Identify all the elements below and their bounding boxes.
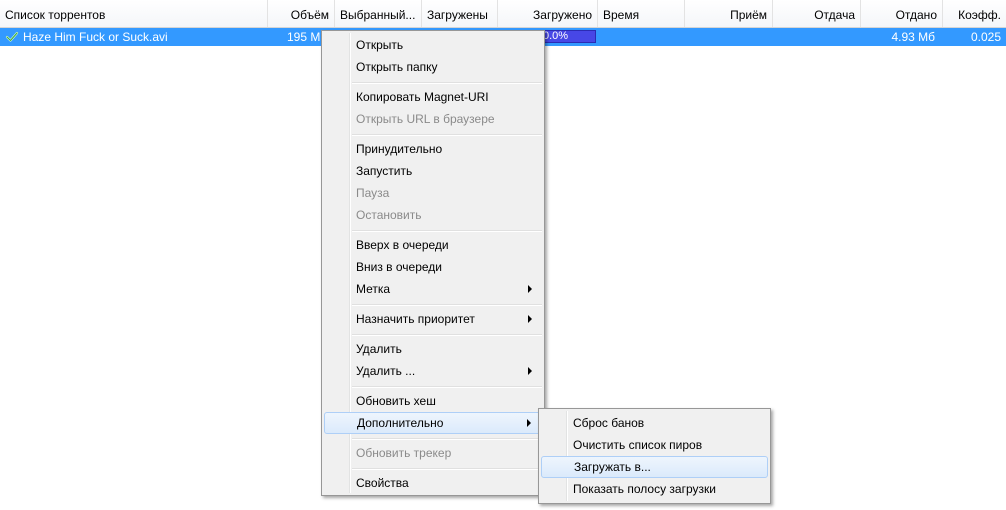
menu-item-queue-down[interactable]: Вниз в очереди: [324, 256, 542, 278]
column-size[interactable]: Объём: [268, 0, 335, 27]
menu-item-text: Метка: [356, 282, 391, 296]
column-uploaded[interactable]: Отдано: [861, 0, 943, 27]
column-label: Отдача: [814, 8, 855, 22]
menu-separator: [352, 82, 542, 84]
column-label: Отдано: [895, 8, 937, 22]
column-label: Список торрентов: [5, 8, 106, 22]
submenu-item-reset-bans[interactable]: Сброс банов: [541, 412, 768, 434]
column-label: Время: [603, 8, 640, 22]
menu-item-update-tracker[interactable]: Обновить трекер: [324, 442, 542, 464]
torrent-ratio: 0.025: [970, 30, 1001, 44]
submenu-arrow-icon: [528, 285, 532, 293]
column-selected[interactable]: Выбранный...: [335, 0, 422, 27]
menu-item-text: Удалить ...: [356, 364, 416, 378]
column-ratio[interactable]: Коэфф.: [943, 0, 1006, 27]
submenu-item-show-pieces-bar[interactable]: Показать полосу загрузки: [541, 478, 768, 500]
menu-item-recheck[interactable]: Обновить хеш: [324, 390, 542, 412]
column-label: Выбранный...: [340, 8, 416, 22]
menu-separator: [352, 334, 542, 336]
submenu-arrow-icon: [527, 419, 531, 427]
submenu-item-download-to[interactable]: Загружать в...: [541, 456, 768, 478]
menu-item-label[interactable]: Метка: [324, 278, 542, 300]
menu-separator: [352, 438, 542, 440]
menu-item-open-folder[interactable]: Открыть папку: [324, 56, 542, 78]
menu-separator: [352, 386, 542, 388]
menu-item-stop[interactable]: Остановить: [324, 204, 542, 226]
menu-item-remove[interactable]: Удалить: [324, 338, 542, 360]
menu-separator: [352, 230, 542, 232]
menu-item-properties[interactable]: Свойства: [324, 472, 542, 494]
menu-item-advanced[interactable]: Дополнительно: [324, 412, 542, 434]
torrent-uploaded: 4.93 Мб: [891, 30, 935, 44]
submenu-item-clear-peers[interactable]: Очистить список пиров: [541, 434, 768, 456]
menu-item-priority[interactable]: Назначить приоритет: [324, 308, 542, 330]
menu-item-open[interactable]: Открыть: [324, 34, 542, 56]
checkmark-icon: [5, 31, 19, 42]
menu-item-remove-and[interactable]: Удалить ...: [324, 360, 542, 382]
column-torrent-list[interactable]: Список торрентов: [0, 0, 268, 27]
column-download-speed[interactable]: Приём: [685, 0, 773, 27]
column-header: Список торрентов Объём Выбранный... Загр…: [0, 0, 1006, 28]
menu-item-text: Назначить приоритет: [356, 312, 475, 326]
menu-separator: [352, 134, 542, 136]
column-upload-speed[interactable]: Отдача: [773, 0, 861, 27]
menu-item-copy-magnet[interactable]: Копировать Magnet-URI: [324, 86, 542, 108]
menu-item-pause[interactable]: Пауза: [324, 182, 542, 204]
menu-item-open-url[interactable]: Открыть URL в браузере: [324, 108, 542, 130]
submenu-arrow-icon: [528, 315, 532, 323]
menu-item-force-start[interactable]: Принудительно: [324, 138, 542, 160]
column-done[interactable]: Загружено: [498, 0, 598, 27]
column-time[interactable]: Время: [598, 0, 685, 27]
menu-separator: [352, 304, 542, 306]
menu-item-text: Дополнительно: [357, 416, 444, 430]
column-label: Объём: [290, 8, 329, 22]
column-label: Приём: [730, 8, 767, 22]
column-label: Коэфф.: [958, 8, 1001, 22]
menu-item-start[interactable]: Запустить: [324, 160, 542, 182]
torrent-name: Haze Him Fuck or Suck.avi: [23, 30, 168, 44]
column-label: Загружены: [427, 8, 488, 22]
submenu-arrow-icon: [528, 367, 532, 375]
context-menu: Открыть Открыть папку Копировать Magnet-…: [321, 30, 545, 496]
column-downloaded[interactable]: Загружены: [422, 0, 498, 27]
menu-item-queue-up[interactable]: Вверх в очереди: [324, 234, 542, 256]
menu-separator: [352, 468, 542, 470]
advanced-submenu: Сброс банов Очистить список пиров Загруж…: [538, 408, 771, 504]
column-label: Загружено: [533, 8, 592, 22]
